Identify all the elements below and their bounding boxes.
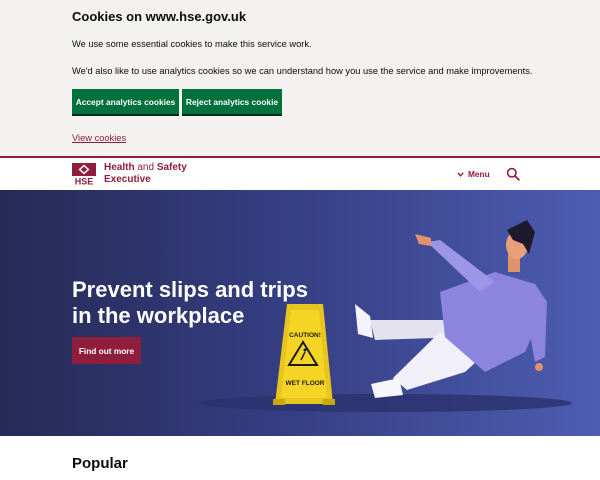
popular-heading: Popular bbox=[72, 455, 128, 472]
menu-button[interactable]: Menu bbox=[457, 169, 490, 179]
hse-logo[interactable]: HSE bbox=[72, 163, 96, 185]
accept-analytics-cookies-button[interactable]: Accept analytics cookies bbox=[72, 89, 179, 114]
hero-banner: CAUTION! WET FLOOR Prevent slips and tri… bbox=[0, 190, 600, 436]
site-header: HSE Health and Safety Executive Menu bbox=[0, 156, 600, 190]
sign-caution-text: CAUTION! bbox=[289, 332, 321, 339]
menu-label: Menu bbox=[468, 169, 490, 179]
hse-logo-text: HSE bbox=[75, 177, 94, 186]
brand-name[interactable]: Health and Safety Executive bbox=[104, 162, 187, 186]
find-out-more-button[interactable]: Find out more bbox=[72, 337, 141, 364]
person-slipping bbox=[355, 220, 547, 398]
sign-wet-floor-text: WET FLOOR bbox=[286, 380, 325, 387]
cookie-banner-title: Cookies on www.hse.gov.uk bbox=[72, 9, 247, 24]
search-icon[interactable] bbox=[506, 167, 520, 181]
brand-word-health: Health bbox=[104, 162, 135, 173]
cookie-analytics-text: We'd also like to use analytics cookies … bbox=[72, 66, 533, 76]
brand-line-1: Health and Safety bbox=[104, 162, 187, 174]
chevron-down-icon bbox=[457, 171, 464, 177]
brand-line-2: Executive bbox=[104, 174, 151, 185]
brand-word-safety: Safety bbox=[156, 162, 187, 173]
cookie-essential-text: We use some essential cookies to make th… bbox=[72, 39, 312, 49]
view-cookies-link[interactable]: View cookies bbox=[72, 133, 126, 143]
cookie-banner: Cookies on www.hse.gov.uk We use some es… bbox=[0, 0, 600, 156]
brand-word-and: and bbox=[137, 162, 155, 173]
hse-logo-mark bbox=[72, 163, 96, 176]
hero-heading: Prevent slips and trips in the workplace bbox=[72, 277, 308, 328]
reject-analytics-cookies-button[interactable]: Reject analytics cookie bbox=[182, 89, 282, 114]
